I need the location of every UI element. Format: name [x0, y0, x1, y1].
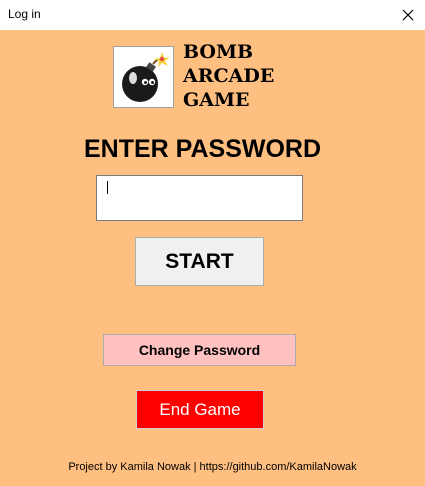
change-password-button[interactable]: Change Password	[103, 334, 296, 366]
title-bar: Log in	[0, 0, 425, 30]
logo-line-1: BOMB	[183, 41, 254, 63]
bomb-icon	[121, 52, 170, 102]
close-icon	[402, 9, 414, 21]
logo-line-3: GAME	[183, 89, 250, 111]
start-button[interactable]: START	[135, 237, 264, 286]
login-window: Log in BOMB ARCADE GAME ENTER PASSWORD S…	[0, 0, 425, 486]
footer-credits: Project by Kamila Nowak | https://github…	[68, 461, 357, 473]
logo-image	[113, 46, 174, 108]
end-game-button[interactable]: End Game	[136, 390, 264, 429]
window-title: Log in	[8, 7, 41, 21]
password-input[interactable]	[96, 175, 303, 221]
close-button[interactable]	[391, 0, 425, 30]
text-caret	[107, 181, 108, 194]
logo-line-2: ARCADE	[183, 65, 275, 87]
game-logo-title: BOMB ARCADE GAME	[183, 40, 323, 112]
password-heading: ENTER PASSWORD	[83, 135, 322, 163]
